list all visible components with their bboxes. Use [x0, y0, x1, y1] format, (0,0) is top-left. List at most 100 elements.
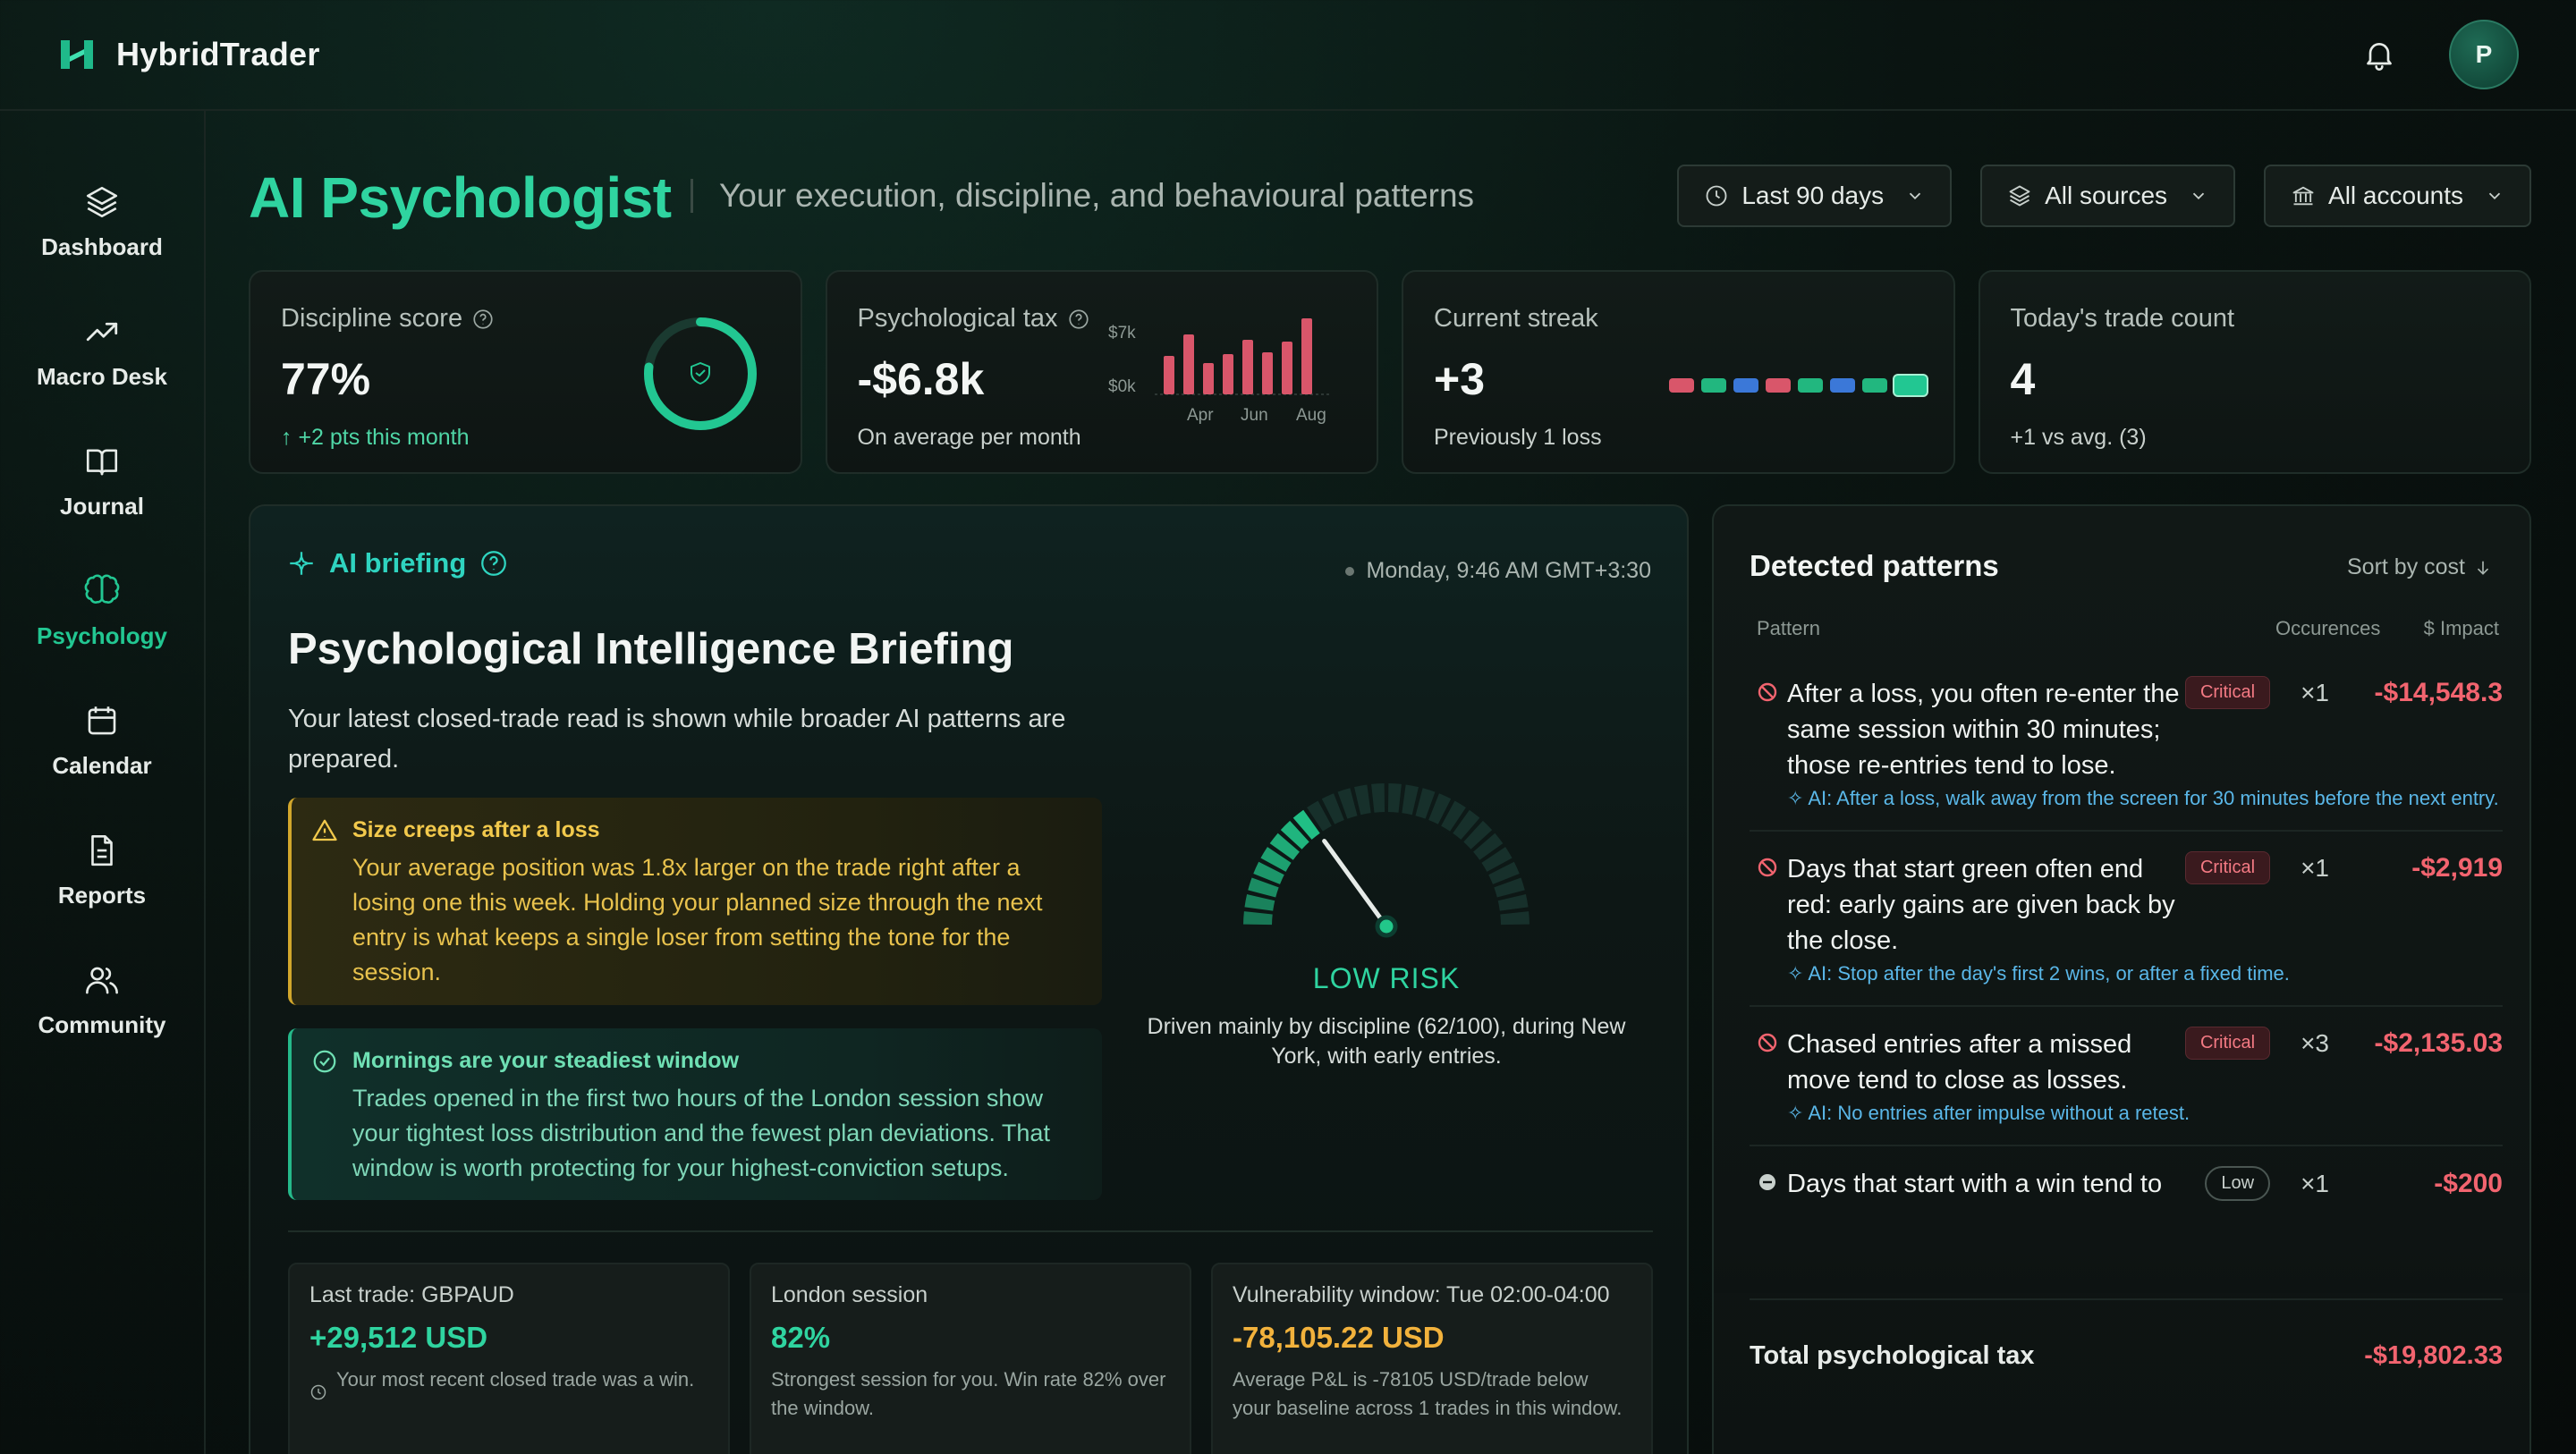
filter-label: All accounts [2328, 182, 2463, 209]
severity-badge: Critical [2184, 851, 2271, 884]
page-header: AI Psychologist Your execution, discipli… [249, 165, 2531, 245]
streak-bar [1861, 378, 1887, 393]
help-icon[interactable] [1067, 308, 1090, 331]
gauge-segment [1243, 911, 1273, 926]
last-trade-card[interactable]: Last trade: GBPAUD +29,512 USD Your most… [288, 1263, 730, 1454]
scroll-fade [1714, 1239, 2529, 1293]
mini-note-text: Your most recent closed trade was a win. [336, 1368, 695, 1391]
bar [1183, 334, 1194, 394]
pattern-row[interactable]: Days that start with a win tend to Low ×… [1750, 1166, 2503, 1220]
avatar[interactable]: P [2449, 20, 2519, 89]
bank-icon [2292, 186, 2314, 206]
pattern-row[interactable]: Chased entries after a missed move tend … [1750, 1027, 2503, 1146]
filter-label: All sources [2045, 182, 2168, 209]
sparkle-icon: ✧ [1787, 962, 1809, 985]
positive-body: Trades opened in the first two hours of … [352, 1085, 1050, 1181]
pattern-row[interactable]: After a loss, you often re-enter the sam… [1750, 676, 2503, 832]
source-filter[interactable]: All sources [1980, 165, 2236, 227]
mini-note: Your most recent closed trade was a win. [309, 1365, 708, 1401]
psychological-tax-card[interactable]: Psychological tax -$6.8k On average per … [825, 270, 1378, 474]
impact-value: -$2,135.03 [2374, 1027, 2503, 1058]
calendar-icon [88, 706, 116, 735]
sidebar-item-calendar[interactable]: Calendar [0, 676, 205, 806]
layers-icon [2009, 185, 2030, 207]
sidebar-item-community[interactable]: Community [0, 935, 205, 1065]
current-streak-card[interactable]: Current streak +3 Previously 1 loss [1402, 270, 1955, 474]
sidebar-item-reports[interactable]: Reports [0, 806, 205, 935]
pattern-text: Chased entries after a missed move tend … [1787, 1030, 2132, 1095]
mini-value: +29,512 USD [309, 1321, 488, 1354]
column-impact: $ Impact [2423, 617, 2499, 639]
layers-icon [86, 186, 118, 218]
page-subtitle: Your execution, discipline, and behaviou… [719, 177, 1475, 214]
sidebar-item-macro-desk[interactable]: Macro Desk [0, 287, 205, 417]
minus-circle-icon [1759, 1174, 1775, 1190]
streak-bars [1668, 376, 1927, 395]
sidebar-item-label: Macro Desk [37, 363, 167, 390]
kpi-label: Today's trade count [2010, 304, 2235, 333]
bell-icon[interactable] [2361, 37, 2397, 72]
total-psychological-tax: Total psychological tax -$19,802.33 [1750, 1341, 2503, 1371]
warning-title: Size creeps after a loss [352, 817, 600, 842]
bar [1164, 356, 1174, 394]
kpi-label: Current streak [1434, 304, 1598, 333]
pattern-text: Days that start with a win tend to [1787, 1170, 2163, 1198]
briefing-timestamp: Monday, 9:46 AM GMT+3:30 [1344, 558, 1651, 584]
ban-icon [1758, 682, 1777, 702]
severity-badge: Critical [2184, 676, 2271, 709]
london-session-card[interactable]: London session 82% Strongest session for… [750, 1263, 1191, 1454]
page-title: AI Psychologist [249, 165, 672, 230]
gauge-hub [1375, 915, 1398, 938]
date-range-filter[interactable]: Last 90 days [1677, 165, 1953, 227]
gauge-segment [1371, 783, 1385, 813]
sparkle-icon: ✧ [1787, 787, 1809, 809]
mini-label: Last trade: GBPAUD [309, 1282, 514, 1307]
book-icon [86, 449, 118, 476]
column-pattern: Pattern [1757, 617, 1820, 639]
pattern-meta: Low ×1 -$200 [2205, 1166, 2503, 1201]
trade-count-sub: +1 vs avg. (3) [2010, 425, 2147, 450]
ai-briefing-tag: AI briefing [286, 547, 509, 579]
sidebar-item-psychology[interactable]: Psychology [0, 546, 205, 676]
pattern-row[interactable]: Days that start green often end red: ear… [1750, 851, 2503, 1007]
sidebar-item-journal[interactable]: Journal [0, 417, 205, 546]
sidebar: Dashboard Macro Desk Journal Psychology … [0, 111, 206, 1454]
patterns-table-header: Pattern Occurences $ Impact [1757, 617, 2499, 640]
help-icon[interactable] [479, 548, 509, 579]
sort-by-cost-button[interactable]: Sort by cost [2347, 554, 2492, 580]
mini-label: London session [771, 1282, 928, 1307]
divider [1750, 1298, 2503, 1300]
impact-value: -$2,919 [2411, 852, 2503, 883]
impact-value: -$14,548.3 [2374, 677, 2503, 707]
ai-text: AI: Stop after the day's first 2 wins, o… [1808, 962, 2290, 985]
shield-icon [690, 362, 710, 385]
logo[interactable]: HybridTrader [57, 35, 320, 74]
sidebar-item-label: Journal [60, 493, 144, 520]
severity-badge: Low [2205, 1166, 2271, 1201]
y-label-bottom: $0k [1108, 377, 1136, 396]
trade-count-card[interactable]: Today's trade count 4 +1 vs avg. (3) [1978, 270, 2531, 474]
bar [1242, 340, 1253, 394]
bar [1282, 342, 1292, 394]
occurrence-count: ×1 [2301, 853, 2329, 882]
chevron-down-icon [2192, 192, 2205, 200]
help-icon[interactable] [471, 308, 495, 331]
gauge-needle [1322, 839, 1389, 929]
occurrence-count: ×3 [2301, 1028, 2329, 1057]
check-circle-icon [313, 1050, 336, 1073]
briefing-description: Your latest closed-trade read is shown w… [288, 705, 1066, 773]
column-occurrences: Occurences [2275, 617, 2381, 639]
pattern-ai-suggestion: ✧ AI: After a loss, walk away from the s… [1787, 785, 2503, 812]
risk-description: Driven mainly by discipline (62/100), du… [1147, 1014, 1626, 1069]
sidebar-item-dashboard[interactable]: Dashboard [0, 157, 205, 287]
streak-bar [1733, 378, 1758, 393]
vulnerability-window-card[interactable]: Vulnerability window: Tue 02:00-04:00 -7… [1211, 1263, 1653, 1454]
title-divider [691, 179, 693, 213]
logo-icon [61, 40, 93, 69]
account-filter[interactable]: All accounts [2264, 165, 2531, 227]
divider [288, 1230, 1653, 1232]
ai-text: AI: No entries after impulse without a r… [1808, 1102, 2190, 1124]
risk-gauge [1243, 783, 1530, 938]
discipline-score-card[interactable]: Discipline score 77% ↑ +2 pts this month [249, 270, 802, 474]
clock-icon [1706, 185, 1727, 207]
